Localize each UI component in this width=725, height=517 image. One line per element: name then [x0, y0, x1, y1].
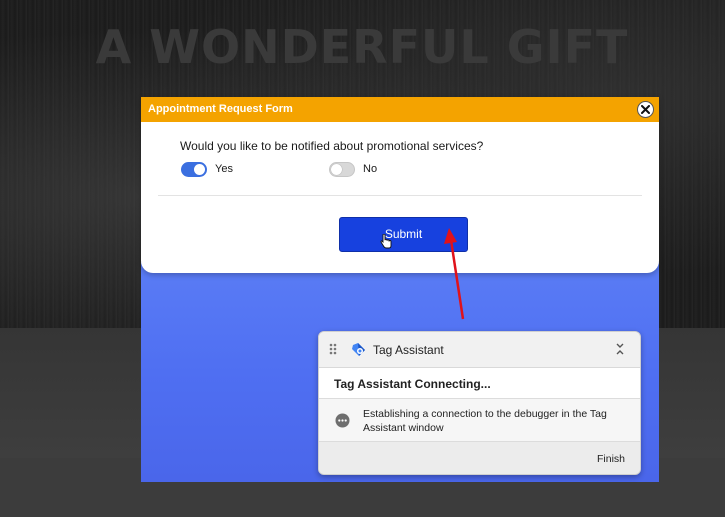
yes-toggle[interactable]: [181, 162, 207, 177]
modal-title: Appointment Request Form: [148, 103, 293, 115]
no-toggle[interactable]: [329, 162, 355, 177]
no-label: No: [363, 163, 378, 175]
tag-assistant-title: Tag Assistant: [373, 343, 444, 357]
hand-pointer-icon: [380, 234, 392, 249]
chevron-collapse-icon[interactable]: [615, 342, 625, 356]
hero-title: A WONDERFUL GIFT: [95, 20, 629, 74]
connection-message-row: Establishing a connection to the debugge…: [319, 399, 640, 442]
modal-header: Appointment Request Form: [141, 97, 659, 122]
more-horizontal-icon: [335, 413, 350, 428]
toggle-knob: [331, 164, 342, 175]
notification-question: Would you like to be notified about prom…: [180, 139, 484, 153]
connection-status-heading: Tag Assistant Connecting...: [334, 377, 491, 391]
close-icon: [641, 105, 650, 114]
tag-assistant-footer: Finish: [319, 442, 640, 474]
tag-assistant-panel: Tag Assistant Tag Assistant Connecting..…: [318, 331, 641, 475]
tag-assistant-logo-icon: [352, 343, 365, 356]
red-arrow-icon: [444, 228, 465, 320]
close-button[interactable]: [637, 101, 654, 118]
toggle-knob: [194, 164, 205, 175]
divider: [158, 195, 642, 196]
yes-label: Yes: [215, 163, 233, 175]
appointment-modal: Appointment Request Form Would you like …: [141, 97, 659, 273]
connection-message: Establishing a connection to the debugge…: [363, 408, 607, 434]
finish-button[interactable]: Finish: [597, 453, 625, 465]
tag-assistant-header: Tag Assistant: [319, 332, 640, 368]
connection-status-bar: Tag Assistant Connecting...: [319, 368, 640, 399]
drag-handle-icon[interactable]: [329, 343, 337, 355]
